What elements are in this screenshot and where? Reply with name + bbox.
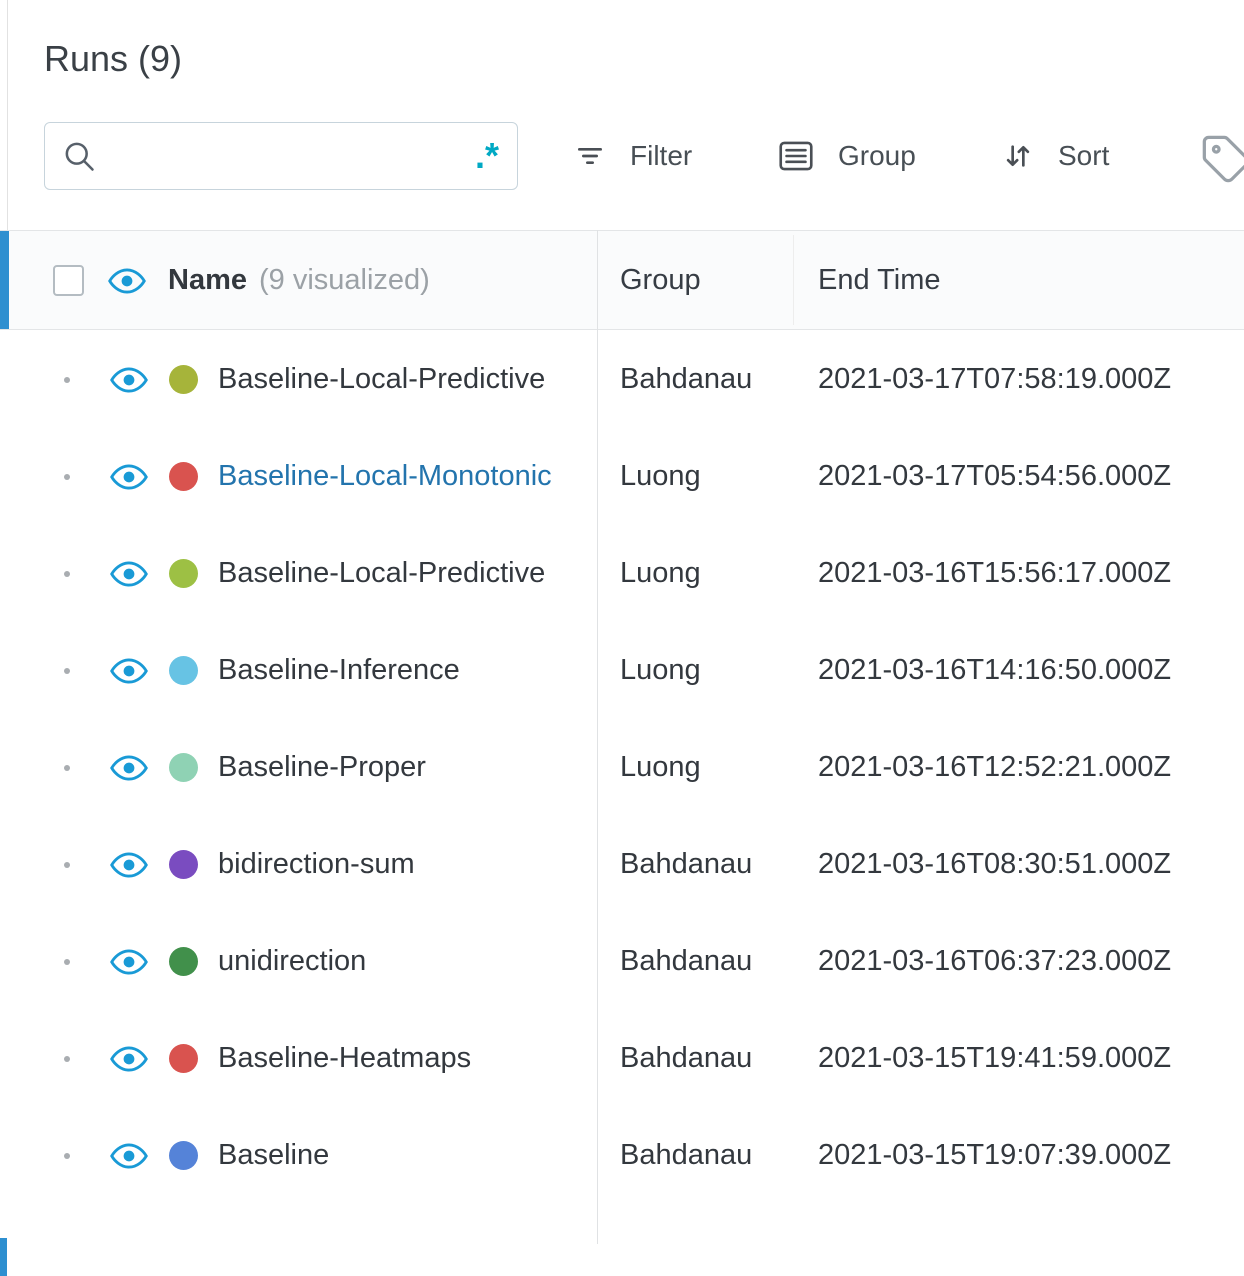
run-color-dot[interactable]: [169, 559, 198, 588]
drag-handle-icon[interactable]: [64, 765, 70, 771]
run-end-time-cell: 2021-03-16T14:16:50.000Z: [818, 654, 1172, 686]
drag-handle-icon[interactable]: [64, 959, 70, 965]
run-name[interactable]: Baseline: [218, 1107, 329, 1204]
regex-toggle[interactable]: .*: [473, 137, 501, 173]
table-body: Baseline-Local-Predictive Bahdanau 2021-…: [0, 331, 1244, 1204]
sort-button[interactable]: Sort: [1002, 122, 1109, 190]
header-accent-bar: [0, 231, 9, 329]
run-end-time-cell: 2021-03-16T08:30:51.000Z: [818, 848, 1172, 880]
run-name[interactable]: bidirection-sum: [218, 816, 415, 913]
table-row: Baseline-Local-Predictive Luong 2021-03-…: [0, 525, 1244, 622]
run-group-cell: Luong: [620, 460, 701, 492]
visualized-count-note: (9 visualized): [259, 263, 430, 296]
table-header: Name (9 visualized) Group End Time: [0, 230, 1244, 330]
select-all-checkbox[interactable]: [53, 265, 84, 296]
run-name[interactable]: Baseline-Local-Predictive: [218, 525, 545, 622]
run-visibility-eye-icon[interactable]: [110, 559, 148, 589]
run-group-cell: Luong: [620, 557, 701, 589]
run-end-time-cell: 2021-03-17T07:58:19.000Z: [818, 363, 1172, 395]
group-button[interactable]: Group: [778, 122, 916, 190]
run-end-time-cell: 2021-03-16T15:56:17.000Z: [818, 557, 1172, 589]
table-row: unidirection Bahdanau 2021-03-16T06:37:2…: [0, 913, 1244, 1010]
run-name[interactable]: Baseline-Proper: [218, 719, 426, 816]
tag-icon: [1200, 133, 1244, 185]
sort-label: Sort: [1058, 140, 1110, 171]
run-name[interactable]: Baseline-Local-Monotonic: [218, 428, 552, 525]
drag-handle-icon[interactable]: [64, 377, 70, 383]
run-color-dot[interactable]: [169, 365, 198, 394]
run-color-dot[interactable]: [169, 1141, 198, 1170]
tags-button[interactable]: [1200, 133, 1244, 183]
drag-handle-icon[interactable]: [64, 668, 70, 674]
run-group-cell: Bahdanau: [620, 945, 753, 977]
run-name[interactable]: Baseline-Heatmaps: [218, 1010, 471, 1107]
run-group-cell: Luong: [620, 751, 701, 783]
drag-handle-icon[interactable]: [64, 862, 70, 868]
run-group-cell: Luong: [620, 654, 701, 686]
column-header-name[interactable]: Name (9 visualized): [168, 231, 430, 329]
drag-handle-icon[interactable]: [64, 474, 70, 480]
run-end-time-cell: 2021-03-15T19:07:39.000Z: [818, 1139, 1172, 1171]
sort-icon: [1002, 140, 1034, 172]
run-visibility-eye-icon[interactable]: [110, 365, 148, 395]
toggle-all-visibility-eye-icon[interactable]: [108, 266, 146, 296]
run-color-dot[interactable]: [169, 1044, 198, 1073]
search-input[interactable]: [111, 140, 473, 172]
table-row: Baseline-Local-Monotonic Luong 2021-03-1…: [0, 428, 1244, 525]
table-row: Baseline Bahdanau 2021-03-15T19:07:39.00…: [0, 1107, 1244, 1204]
page-title: Runs (9): [44, 38, 183, 79]
group-icon: [778, 140, 814, 172]
run-color-dot[interactable]: [169, 753, 198, 782]
drag-handle-icon[interactable]: [64, 1153, 70, 1159]
table-row: bidirection-sum Bahdanau 2021-03-16T08:3…: [0, 816, 1244, 913]
run-group-cell: Bahdanau: [620, 1139, 753, 1171]
run-end-time-cell: 2021-03-15T19:41:59.000Z: [818, 1042, 1172, 1074]
run-color-dot[interactable]: [169, 656, 198, 685]
run-visibility-eye-icon[interactable]: [110, 462, 148, 492]
filter-button[interactable]: Filter: [574, 122, 692, 190]
table-row: Baseline-Inference Luong 2021-03-16T14:1…: [0, 622, 1244, 719]
filter-label: Filter: [630, 140, 693, 171]
run-group-cell: Bahdanau: [620, 363, 753, 395]
run-end-time-cell: 2021-03-16T06:37:23.000Z: [818, 945, 1172, 977]
drag-handle-icon[interactable]: [64, 1056, 70, 1062]
drag-handle-icon[interactable]: [64, 571, 70, 577]
run-end-time-cell: 2021-03-16T12:52:21.000Z: [818, 751, 1172, 783]
run-visibility-eye-icon[interactable]: [110, 753, 148, 783]
table-row: Baseline-Heatmaps Bahdanau 2021-03-15T19…: [0, 1010, 1244, 1107]
run-group-cell: Bahdanau: [620, 848, 753, 880]
column-header-end-time[interactable]: End Time: [818, 231, 941, 329]
bottom-accent-bar: [0, 1238, 7, 1276]
run-visibility-eye-icon[interactable]: [110, 656, 148, 686]
group-label: Group: [838, 140, 916, 171]
run-color-dot[interactable]: [169, 947, 198, 976]
run-name[interactable]: Baseline-Local-Predictive: [218, 331, 545, 428]
run-visibility-eye-icon[interactable]: [110, 1044, 148, 1074]
header-column-divider: [793, 235, 794, 325]
run-color-dot[interactable]: [169, 462, 198, 491]
panel-left-border: [7, 0, 8, 230]
search-box: .*: [44, 122, 518, 190]
column-header-group[interactable]: Group: [620, 231, 701, 329]
filter-icon: [574, 140, 606, 172]
run-name[interactable]: unidirection: [218, 913, 366, 1010]
run-visibility-eye-icon[interactable]: [110, 850, 148, 880]
runs-panel: Runs (9) .* Filter Group Sort Name (9 vi…: [0, 0, 1244, 1276]
table-row: Baseline-Proper Luong 2021-03-16T12:52:2…: [0, 719, 1244, 816]
run-group-cell: Bahdanau: [620, 1042, 753, 1074]
run-visibility-eye-icon[interactable]: [110, 947, 148, 977]
run-color-dot[interactable]: [169, 850, 198, 879]
run-name[interactable]: Baseline-Inference: [218, 622, 460, 719]
table-row: Baseline-Local-Predictive Bahdanau 2021-…: [0, 331, 1244, 428]
run-end-time-cell: 2021-03-17T05:54:56.000Z: [818, 460, 1172, 492]
search-icon: [61, 138, 97, 174]
run-visibility-eye-icon[interactable]: [110, 1141, 148, 1171]
